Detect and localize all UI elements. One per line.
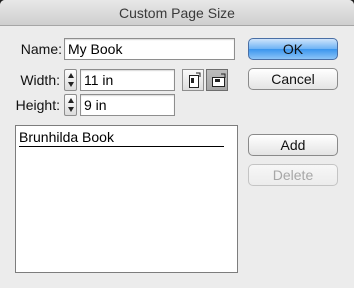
height-field[interactable]: 9 in xyxy=(80,94,175,116)
name-field[interactable]: My Book xyxy=(64,38,235,60)
add-button[interactable]: Add xyxy=(248,134,338,156)
height-stepper[interactable] xyxy=(64,94,77,116)
list-item[interactable]: Brunhilda Book xyxy=(19,129,224,147)
stepper-up-icon[interactable] xyxy=(68,73,74,78)
width-stepper[interactable] xyxy=(64,69,77,91)
width-field[interactable]: 11 in xyxy=(80,69,175,91)
stepper-down-icon[interactable] xyxy=(68,107,74,112)
cancel-button[interactable]: Cancel xyxy=(248,68,338,90)
landscape-orientation-button[interactable] xyxy=(206,69,228,91)
dialog-title: Custom Page Size xyxy=(119,5,235,21)
portrait-orientation-button[interactable] xyxy=(182,69,204,91)
stepper-up-icon[interactable] xyxy=(68,98,74,103)
ok-button[interactable]: OK xyxy=(248,38,338,60)
stepper-down-icon[interactable] xyxy=(68,82,74,87)
landscape-page-icon xyxy=(212,73,226,87)
custom-page-size-dialog: Custom Page Size Name: My Book Width: 11… xyxy=(0,0,354,288)
delete-button: Delete xyxy=(248,164,338,186)
portrait-page-icon xyxy=(189,72,201,88)
width-label: Width: xyxy=(20,72,60,88)
name-label: Name: xyxy=(20,41,62,57)
title-bar: Custom Page Size xyxy=(0,0,354,26)
page-size-list[interactable]: Brunhilda Book xyxy=(15,125,238,273)
height-label: Height: xyxy=(15,97,60,113)
